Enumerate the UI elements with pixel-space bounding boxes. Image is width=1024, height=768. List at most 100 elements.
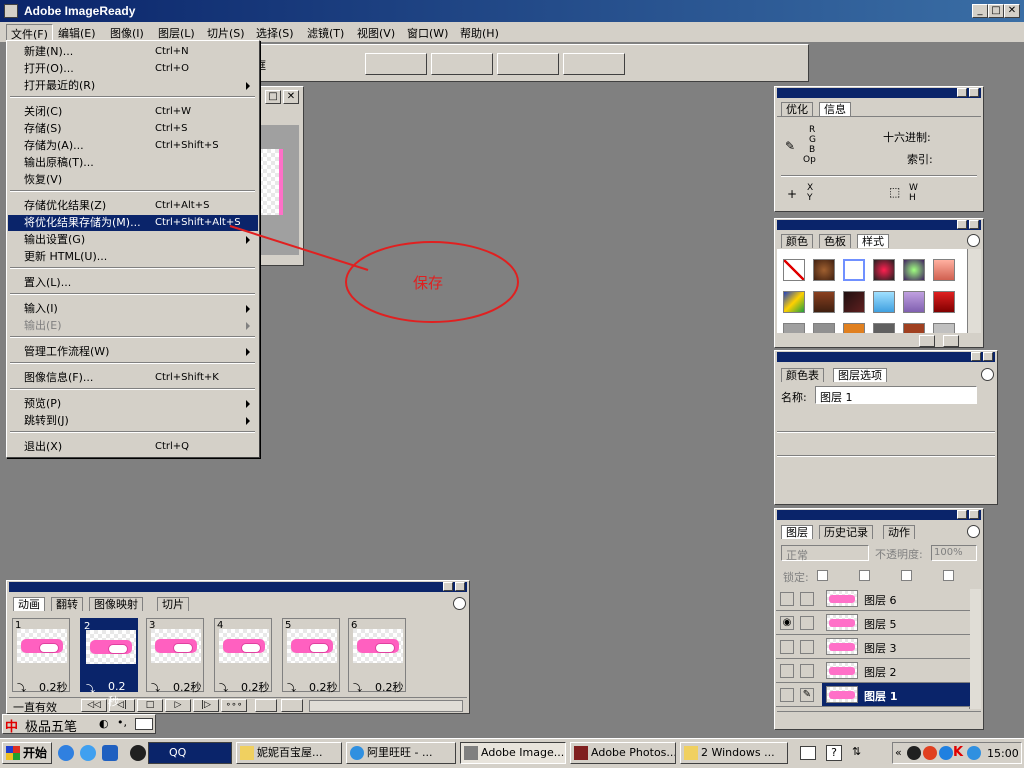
panel-menu-arrow[interactable]: [453, 597, 466, 610]
play-button[interactable]: ▷: [165, 699, 191, 712]
frame-disposal-icon[interactable]: ⤵: [353, 681, 362, 694]
style-swatch[interactable]: [843, 291, 865, 313]
task-qq[interactable]: QQ: [148, 742, 232, 764]
link-toggle[interactable]: [800, 640, 814, 654]
task-nini[interactable]: 妮妮百宝屋...: [236, 742, 342, 764]
delete-style-button[interactable]: [943, 335, 959, 347]
panel-menu-arrow[interactable]: [967, 234, 980, 247]
style-swatch[interactable]: [813, 291, 835, 313]
start-button[interactable]: 开始: [2, 742, 52, 764]
visibility-toggle[interactable]: [780, 688, 794, 702]
style-swatch[interactable]: [873, 323, 895, 333]
lock-image-checkbox[interactable]: [859, 570, 870, 581]
frame-delay[interactable]: 0.2秒: [39, 679, 68, 695]
tray-icon[interactable]: [939, 746, 953, 760]
tab-image-map[interactable]: 图像映射: [89, 597, 143, 611]
ime-punct-icon[interactable]: •,: [117, 716, 127, 729]
task-photoshop[interactable]: Adobe Photos...: [570, 742, 676, 764]
quicklaunch-icon[interactable]: [58, 745, 74, 761]
visibility-toggle[interactable]: [780, 664, 794, 678]
style-swatch[interactable]: [933, 259, 955, 281]
frame-disposal-icon[interactable]: ⤵: [151, 681, 160, 694]
qq-tray-icon[interactable]: [907, 746, 921, 760]
eye-icon[interactable]: ◉: [780, 616, 794, 630]
styles-panel-minimize[interactable]: [957, 220, 967, 229]
tab-layers[interactable]: 图层: [781, 525, 813, 539]
styles-panel-close[interactable]: [969, 220, 979, 229]
tab-rollover[interactable]: 翻转: [51, 597, 83, 611]
blend-mode-select[interactable]: 正常: [781, 545, 869, 562]
ime-mode-icon[interactable]: 中: [5, 716, 18, 735]
animation-frame[interactable]: 2 0.2秒 ⤵: [80, 618, 138, 708]
task-imageready[interactable]: Adobe Image...: [460, 742, 566, 764]
animation-panel-minimize[interactable]: [443, 582, 453, 591]
quicklaunch-icon[interactable]: [102, 745, 118, 761]
ime-halfwidth-icon[interactable]: ◐: [99, 717, 109, 730]
ie-icon[interactable]: [80, 745, 96, 761]
style-swatch[interactable]: [903, 323, 925, 333]
task-windows-group[interactable]: 2 Windows ...: [680, 742, 788, 764]
tab-history[interactable]: 历史记录: [819, 525, 873, 539]
tab-layer-options[interactable]: 图层选项: [833, 368, 887, 382]
tween-button[interactable]: ∘∘∘: [221, 699, 247, 712]
tray-arrow-icon[interactable]: ⇅: [852, 745, 861, 758]
visibility-toggle[interactable]: [780, 640, 794, 654]
qq-icon[interactable]: [130, 745, 146, 761]
style-swatch[interactable]: [933, 323, 955, 333]
style-swatch[interactable]: [903, 259, 925, 281]
layer-options-close[interactable]: [983, 352, 993, 361]
style-swatch[interactable]: [873, 259, 895, 281]
lock-transparency-checkbox[interactable]: [817, 570, 828, 581]
layer-row[interactable]: 图层 2: [776, 659, 970, 683]
frame-delay[interactable]: 0.2秒: [375, 679, 404, 695]
panel-menu-arrow[interactable]: [967, 525, 980, 538]
frame-disposal-icon[interactable]: ⤵: [86, 682, 95, 695]
frame-delay[interactable]: 0.2秒: [108, 680, 136, 709]
new-style-button[interactable]: [919, 335, 935, 347]
tab-color-table[interactable]: 颜色表: [781, 368, 824, 382]
task-aliwangwang[interactable]: 阿里旺旺 - ...: [346, 742, 456, 764]
visibility-toggle[interactable]: [780, 592, 794, 606]
tray-icon[interactable]: [923, 746, 937, 760]
frame-disposal-icon[interactable]: ⤵: [219, 681, 228, 694]
animation-frame[interactable]: 4 0.2秒 ⤵: [214, 618, 272, 694]
link-toggle[interactable]: [800, 664, 814, 678]
kaspersky-icon[interactable]: K: [953, 745, 963, 760]
tray-expand-icon[interactable]: «: [895, 746, 902, 759]
animation-frame[interactable]: 1 0.2秒 ⤵: [12, 618, 70, 695]
link-toggle[interactable]: [800, 616, 814, 630]
animation-frame[interactable]: 3 0.2秒 ⤵: [146, 618, 204, 695]
style-swatch[interactable]: [813, 323, 835, 333]
info-panel-close[interactable]: [969, 88, 979, 97]
opacity-input[interactable]: 100%: [931, 545, 977, 561]
tray-icon[interactable]: [967, 746, 981, 760]
style-swatch[interactable]: [843, 259, 865, 281]
style-swatch[interactable]: [873, 291, 895, 313]
ime-name[interactable]: 极品五笔: [25, 716, 77, 735]
tab-animation[interactable]: 动画: [13, 597, 45, 611]
layer-row[interactable]: 图层 6: [776, 587, 970, 611]
tab-styles[interactable]: 样式: [857, 234, 889, 248]
tab-optimize[interactable]: 优化: [781, 102, 813, 116]
tab-info[interactable]: 信息: [819, 102, 851, 116]
brush-icon[interactable]: ✎: [800, 688, 814, 702]
frame-delay[interactable]: 0.2秒: [309, 679, 338, 695]
style-swatch[interactable]: [933, 291, 955, 313]
layer-options-minimize[interactable]: [971, 352, 981, 361]
link-toggle[interactable]: [800, 592, 814, 606]
style-swatch[interactable]: [903, 291, 925, 313]
animation-panel-close[interactable]: [455, 582, 465, 591]
duplicate-frame-button[interactable]: [255, 699, 277, 712]
frames-scrollbar[interactable]: [309, 700, 463, 712]
delete-frame-button[interactable]: [281, 699, 303, 712]
layers-scrollbar[interactable]: [969, 589, 981, 709]
tab-actions[interactable]: 动作: [883, 525, 915, 539]
style-swatch[interactable]: [813, 259, 835, 281]
layer-name-input[interactable]: 图层 1: [815, 386, 977, 404]
ime-keyboard-icon[interactable]: [135, 718, 153, 730]
frame-delay[interactable]: 0.2秒: [173, 679, 202, 695]
keyboard-icon[interactable]: [800, 746, 816, 760]
style-swatch[interactable]: [843, 323, 865, 333]
first-frame-button[interactable]: ◁◁: [81, 699, 107, 712]
animation-frame[interactable]: 5 0.2秒 ⤵: [282, 618, 340, 695]
